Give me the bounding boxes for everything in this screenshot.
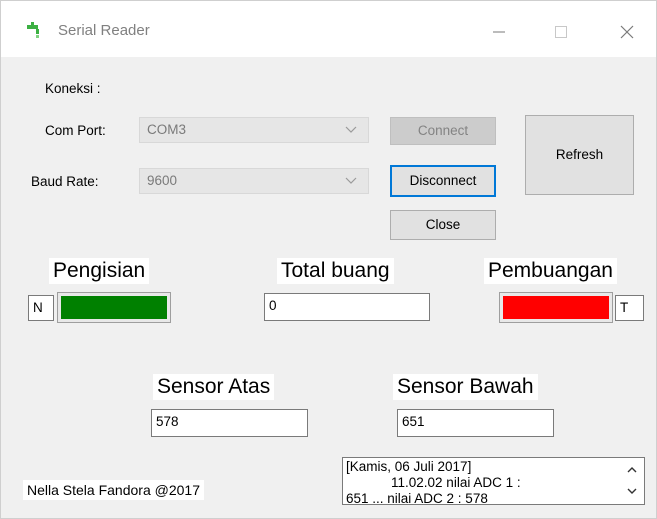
connect-button[interactable]: Connect — [390, 117, 496, 145]
pembuangan-indicator-fill — [503, 296, 609, 319]
minimize-icon — [493, 31, 505, 33]
com-port-select[interactable]: COM3 — [139, 117, 369, 143]
baud-rate-value: 9600 — [147, 173, 178, 188]
pengisian-indicator-fill — [61, 296, 167, 319]
disconnect-button[interactable]: Disconnect — [390, 165, 496, 197]
close-button[interactable]: Close — [390, 210, 496, 240]
pengisian-label: Pengisian — [49, 258, 150, 284]
sensor-atas-input[interactable]: 578 — [151, 409, 308, 437]
sensor-atas-label: Sensor Atas — [153, 374, 275, 400]
connection-heading: Koneksi : — [45, 81, 101, 96]
pembuangan-label: Pembuangan — [484, 258, 617, 284]
total-buang-label: Total buang — [277, 258, 394, 284]
log-textarea[interactable]: [Kamis, 06 Juli 2017] 11.02.02 nilai ADC… — [342, 457, 645, 505]
log-text: [Kamis, 06 Juli 2017] 11.02.02 nilai ADC… — [346, 459, 521, 505]
title-bar[interactable]: Serial Reader — [1, 1, 656, 57]
chevron-down-icon — [345, 126, 357, 133]
sensor-bawah-input[interactable]: 651 — [397, 409, 554, 437]
pengisian-state[interactable]: N — [28, 295, 54, 321]
baud-rate-select[interactable]: 9600 — [139, 168, 369, 194]
scroll-down-icon[interactable] — [625, 485, 639, 497]
credit-label: Nella Stela Fandora @2017 — [23, 480, 204, 500]
close-window-button[interactable] — [605, 11, 649, 51]
refresh-button[interactable]: Refresh — [525, 115, 634, 195]
close-icon — [620, 25, 634, 39]
maximize-icon — [555, 26, 567, 39]
minimize-button[interactable] — [477, 11, 521, 51]
serial-reader-window: Serial Reader Koneksi : Com Port: COM3 B… — [0, 0, 657, 519]
window-title: Serial Reader — [58, 22, 150, 39]
pembuangan-state[interactable]: T — [615, 295, 644, 321]
pembuangan-indicator — [499, 292, 613, 323]
com-port-value: COM3 — [147, 122, 187, 137]
com-port-label: Com Port: — [45, 123, 106, 138]
pengisian-indicator — [57, 292, 171, 323]
maximize-button[interactable] — [539, 11, 583, 51]
scroll-up-icon[interactable] — [625, 464, 639, 476]
total-buang-input[interactable]: 0 — [264, 293, 430, 321]
chevron-down-icon — [345, 177, 357, 184]
baud-rate-label: Baud Rate: — [31, 174, 99, 189]
app-icon — [27, 22, 39, 38]
sensor-bawah-label: Sensor Bawah — [393, 374, 538, 400]
